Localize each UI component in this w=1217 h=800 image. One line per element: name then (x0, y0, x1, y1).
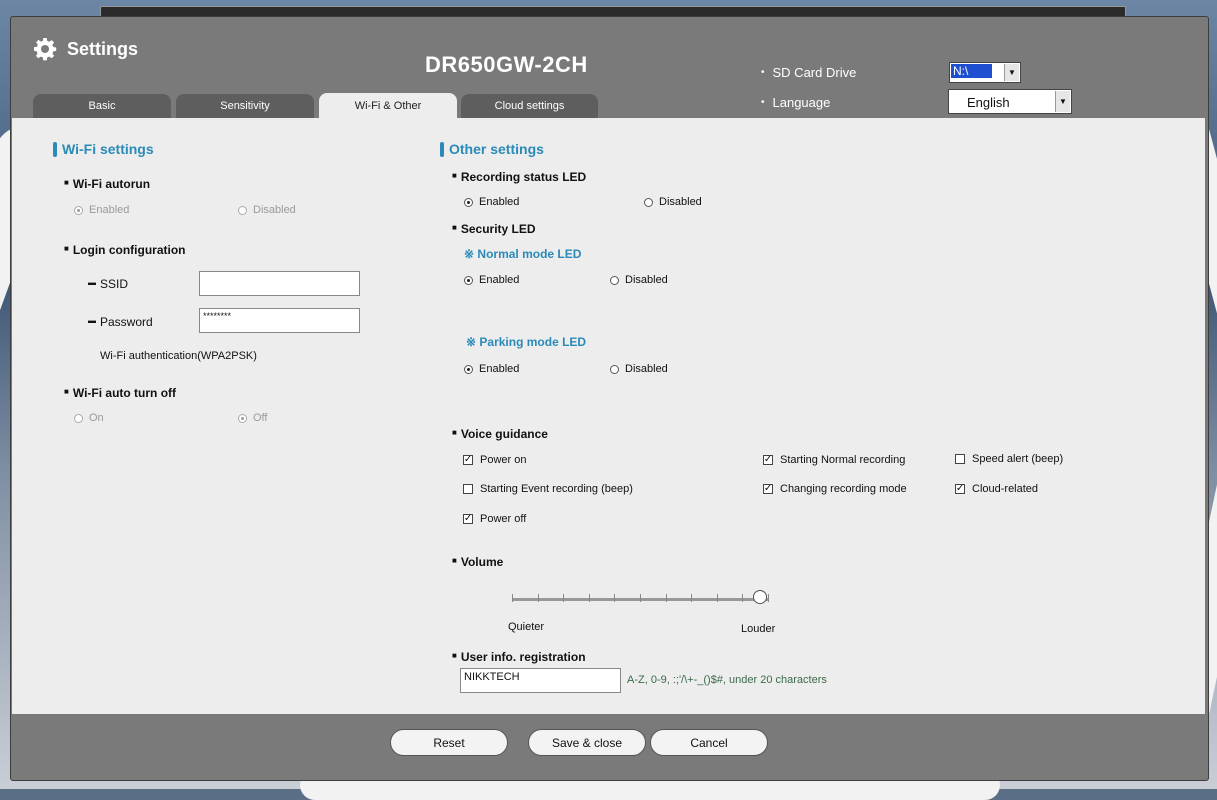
voice-cloud-checkbox[interactable]: ✓ Cloud-related (955, 483, 1038, 495)
recording-led-enabled-radio[interactable]: Enabled (464, 196, 519, 208)
ssid-label: ▬ SSID (88, 277, 129, 291)
password-label: ▬ Password (88, 315, 153, 329)
tab-sensitivity[interactable]: Sensitivity (176, 94, 314, 118)
recording-led-disabled-radio[interactable]: Disabled (644, 196, 702, 208)
parking-led-enabled-radio[interactable]: Enabled (464, 363, 519, 375)
volume-tick (742, 594, 743, 602)
voice-start-normal-checkbox[interactable]: ✓ Starting Normal recording (763, 454, 905, 466)
parking-mode-led-label: ※ Parking mode LED (466, 335, 587, 349)
volume-tick (640, 594, 641, 602)
cancel-button[interactable]: Cancel (650, 729, 768, 756)
volume-tick (563, 594, 564, 602)
security-led-label: ■ Security LED (452, 222, 536, 236)
voice-power-off-checkbox[interactable]: ✓ Power off (463, 513, 526, 525)
wifi-auth-text: Wi-Fi authentication(WPA2PSK) (100, 350, 257, 362)
wifi-autorun-enabled-radio[interactable]: Enabled (74, 204, 129, 216)
wifi-auto-off-on-radio[interactable]: On (74, 412, 104, 424)
sd-card-value: N:\ (951, 64, 993, 78)
other-settings-title: Other settings (440, 141, 544, 157)
language-dropdown[interactable]: English ▼ (948, 89, 1072, 114)
reset-button[interactable]: Reset (390, 729, 508, 756)
volume-tick (589, 594, 590, 602)
sd-card-label: • SD Card Drive (761, 65, 857, 80)
parking-led-disabled-radio[interactable]: Disabled (610, 363, 668, 375)
tab-basic[interactable]: Basic (33, 94, 171, 118)
volume-tick (768, 594, 769, 602)
normal-led-enabled-radio[interactable]: Enabled (464, 274, 519, 286)
window-title-text: Settings (67, 38, 139, 59)
language-value: English (967, 95, 1010, 110)
gear-icon (34, 38, 57, 61)
voice-change-mode-checkbox[interactable]: ✓ Changing recording mode (763, 483, 907, 495)
user-info-field[interactable]: NIKKTECH (460, 668, 621, 693)
volume-tick (512, 594, 513, 602)
voice-power-on-checkbox[interactable]: ✓ Power on (463, 454, 526, 466)
wifi-autorun-label: ■ Wi-Fi autorun (64, 177, 151, 191)
volume-tick (717, 594, 718, 602)
voice-start-event-checkbox[interactable]: Starting Event recording (beep) (463, 483, 633, 495)
voice-speed-alert-checkbox[interactable]: Speed alert (beep) (955, 453, 1063, 465)
volume-slider-handle[interactable] (753, 590, 767, 604)
wifi-auto-off-off-radio[interactable]: Off (238, 412, 267, 424)
login-configuration-label: ■ Login configuration (64, 243, 186, 257)
chevron-down-icon[interactable]: ▼ (1055, 91, 1070, 112)
volume-quieter-label: Quieter (508, 621, 545, 633)
save-close-button[interactable]: Save & close (528, 729, 646, 756)
sd-card-dropdown[interactable]: N:\ ▼ (949, 62, 1021, 83)
model-name: DR650GW-2CH (425, 52, 588, 77)
chevron-down-icon[interactable]: ▼ (1004, 64, 1019, 81)
content-panel (12, 118, 1205, 714)
volume-louder-label: Louder (741, 623, 776, 635)
normal-led-disabled-radio[interactable]: Disabled (610, 274, 668, 286)
volume-tick (614, 594, 615, 602)
volume-tick (538, 594, 539, 602)
volume-tick (691, 594, 692, 602)
reference-mark-icon: ※ (464, 247, 475, 261)
tab-cloud-settings[interactable]: Cloud settings (461, 94, 598, 118)
user-info-label: ■ User info. registration (452, 650, 586, 664)
wifi-settings-title: Wi-Fi settings (53, 141, 154, 157)
language-label: • Language (761, 95, 831, 110)
normal-mode-led-label: ※ Normal mode LED (464, 247, 582, 261)
window-title: Settings (33, 37, 138, 61)
tab-wifi-other[interactable]: Wi-Fi & Other (319, 93, 457, 118)
voice-guidance-label: ■ Voice guidance (452, 427, 548, 441)
user-info-hint: A-Z, 0-9, :;'/\+-_()$#, under 20 charact… (627, 674, 827, 686)
volume-tick (666, 594, 667, 602)
recording-led-label: ■ Recording status LED (452, 170, 587, 184)
ssid-field[interactable] (199, 271, 360, 296)
wifi-auto-off-label: ■ Wi-Fi auto turn off (64, 386, 177, 400)
volume-label: ■ Volume (452, 555, 504, 569)
wifi-autorun-disabled-radio[interactable]: Disabled (238, 204, 296, 216)
reference-mark-icon: ※ (466, 335, 477, 349)
password-field[interactable]: ******** (199, 308, 360, 333)
